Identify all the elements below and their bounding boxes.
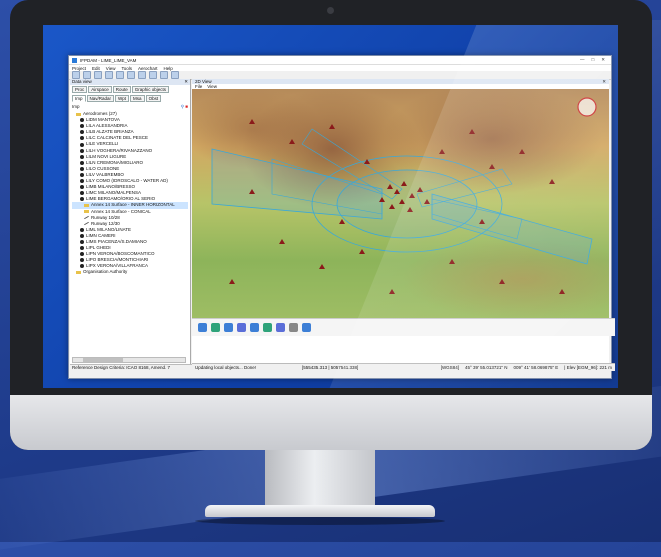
design-criteria-status: Reference Design Criteria: ICAO 8168, Am… <box>70 364 192 371</box>
panel-title: Data view <box>72 79 92 84</box>
settings-icon[interactable] <box>149 71 157 79</box>
redo-icon[interactable] <box>105 71 113 79</box>
menu-help[interactable]: Help <box>164 66 173 71</box>
folder-icon <box>76 270 81 274</box>
tools-icon[interactable] <box>138 71 146 79</box>
monitor-screen: IFPDAM - LIME_LIME_VAM — □ ✕ Project Edi… <box>43 25 618 388</box>
folder-icon <box>76 112 81 116</box>
aerodrome-icon <box>80 166 84 171</box>
tab-route[interactable]: Route <box>112 86 131 93</box>
search-row: Imp ⚲ ■ <box>70 103 190 111</box>
aerodrome-icon <box>80 154 84 159</box>
aerodrome-icon <box>80 197 84 202</box>
line-tool-icon[interactable] <box>224 323 233 332</box>
app-icon <box>72 57 77 63</box>
tab-nav-radar[interactable]: Nav/Radar <box>86 95 115 102</box>
select-tool-icon[interactable] <box>198 323 207 332</box>
tab-imp[interactable]: Imp <box>72 95 86 102</box>
obstacle-icon <box>289 139 295 144</box>
route-tool-icon[interactable] <box>250 323 259 332</box>
tab-airspace[interactable]: Airspace <box>88 86 112 93</box>
aerodrome-icon <box>80 148 84 153</box>
tab-obst[interactable]: Obst <box>145 95 162 102</box>
aerodrome-icon <box>80 252 84 257</box>
aerodrome-icon <box>80 191 84 196</box>
horizontal-scrollbar[interactable] <box>72 357 186 363</box>
search-icon[interactable]: ⚲ ■ <box>181 104 188 110</box>
aerodrome-icon <box>80 130 84 135</box>
layers-icon[interactable] <box>116 71 124 79</box>
menu-aerochart[interactable]: Aerochart <box>138 66 158 71</box>
menu-edit[interactable]: Edit <box>92 66 100 71</box>
arc-tool-icon[interactable] <box>237 323 246 332</box>
aerodrome-icon <box>80 124 84 129</box>
aerodrome-icon <box>80 264 84 269</box>
undo-icon[interactable] <box>94 71 102 79</box>
aerodrome-icon <box>80 240 84 245</box>
camera-dot <box>327 7 334 14</box>
refresh-icon[interactable] <box>160 71 168 79</box>
text-tool-icon[interactable] <box>302 323 311 332</box>
monitor-stand-neck <box>265 450 375 510</box>
aerodrome-tree: Aerodromes (27) LIDM MANTOVA LILA ALESSAND… <box>70 111 190 276</box>
obstacle-icon <box>329 124 335 129</box>
menu-view[interactable]: View <box>106 66 116 71</box>
surface-tool-icon[interactable] <box>263 323 272 332</box>
aerodrome-icon <box>80 246 84 251</box>
panel-close-icon[interactable]: ✕ <box>184 79 188 85</box>
tab-wpt[interactable]: Wpt <box>115 95 130 102</box>
aerodrome-icon <box>80 142 84 147</box>
folder-icon <box>84 203 89 207</box>
grid-tool-icon[interactable] <box>289 323 298 332</box>
tabs-row-1: Proc Airspace Route Graphic objects <box>70 85 190 94</box>
tree-item-label: Organisation Authority <box>83 269 128 275</box>
aerodrome-icon <box>80 136 84 141</box>
menu-project[interactable]: Project <box>72 66 86 71</box>
runway-icon <box>84 222 89 226</box>
tabs-row-2: Imp Nav/Radar Wpt Msa Obst <box>70 94 190 103</box>
aerodrome-icon <box>80 172 84 177</box>
aerodrome-icon <box>80 185 84 190</box>
obstacle-icon <box>279 239 285 244</box>
tab-proc[interactable]: Proc <box>72 86 88 93</box>
monitor-chin <box>10 395 652 450</box>
aerodrome-icon <box>80 160 84 165</box>
menu-tools[interactable]: Tools <box>121 66 132 71</box>
obstacle-icon <box>339 219 345 224</box>
obstacle-icon <box>359 249 365 254</box>
obstacle-icon <box>319 264 325 269</box>
folder-icon <box>84 210 89 214</box>
aerodrome-icon <box>80 118 84 123</box>
scrollbar-thumb[interactable] <box>83 358 123 362</box>
search-label: Imp <box>72 104 80 109</box>
new-icon[interactable] <box>72 71 80 79</box>
obstacle-icon <box>249 119 255 124</box>
chart-icon[interactable] <box>127 71 135 79</box>
aerodrome-icon <box>80 258 84 263</box>
status-message: Updating local objects... Done! <box>195 365 257 370</box>
folder-item[interactable]: Organisation Authority <box>72 269 188 275</box>
clear-icon[interactable]: ■ <box>185 104 188 109</box>
aerodrome-icon <box>80 227 84 232</box>
measure-tool-icon[interactable] <box>211 323 220 332</box>
tab-msa[interactable]: Msa <box>130 95 145 102</box>
monitor: IFPDAM - LIME_LIME_VAM — □ ✕ Project Edi… <box>10 0 652 450</box>
runway-icon <box>84 215 89 220</box>
terrain-tool-icon[interactable] <box>276 323 285 332</box>
obstacle-icon <box>229 279 235 284</box>
export-icon[interactable] <box>171 71 179 79</box>
aerodrome-icon <box>80 233 84 238</box>
aerodrome-icon <box>80 179 84 184</box>
stand-shadow <box>195 517 445 525</box>
open-icon[interactable] <box>83 71 91 79</box>
tab-graphic-objects[interactable]: Graphic objects <box>131 86 170 93</box>
monitor-stand-base <box>205 505 435 517</box>
data-view-panel: Data view ✕ Proc Airspace Route Graphic … <box>70 79 192 371</box>
